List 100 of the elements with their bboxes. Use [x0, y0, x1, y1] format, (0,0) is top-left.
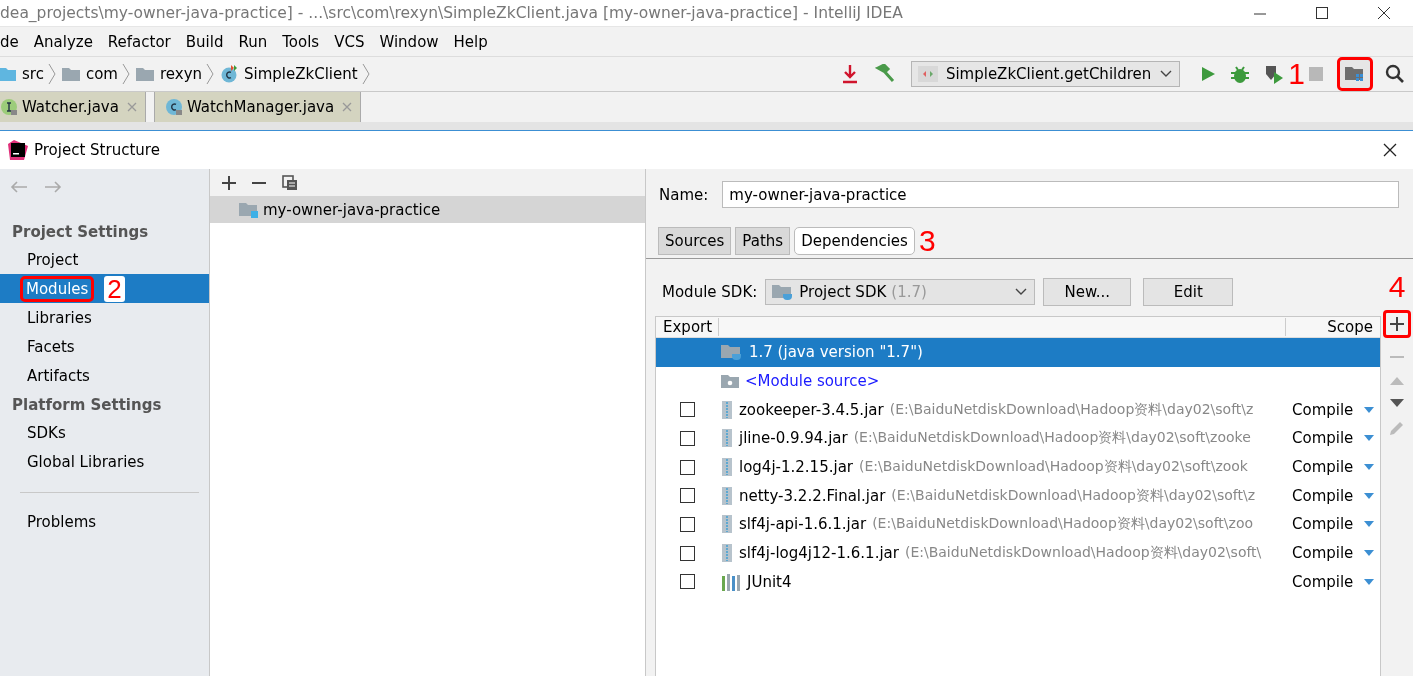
dependency-row[interactable]: 1.7 (java version "1.7") — [656, 338, 1380, 367]
jar-path: (E:\BaiduNetdiskDownload\Hadoop资料\day02\soft\z — [889, 400, 1254, 419]
chevron-down-icon — [1014, 287, 1029, 297]
jar-path: (E:\BaiduNetdiskDownload\Hadoop资料\day02\soft\zooke — [853, 429, 1251, 448]
dependency-row[interactable]: jline-0.9.94.jar (E:\BaiduNetdiskDownload\Hadoop资料\day02\soft\zooke Compile — [656, 424, 1380, 453]
sidebar-item[interactable]: Global Libraries — [0, 447, 209, 476]
menu-item[interactable]: VCS — [334, 32, 365, 51]
section-heading: Platform Settings — [11, 395, 163, 416]
dependency-row[interactable]: netty-3.2.2.Final.jar (E:\BaiduNetdiskDownload\Hadoop资料\day02\soft\z Compile — [656, 481, 1380, 511]
name-field[interactable]: my-owner-java-practice — [722, 181, 1399, 208]
search-icon[interactable] — [1385, 64, 1405, 84]
dependency-row[interactable]: JUnit4 Compile — [656, 567, 1380, 597]
dependency-row[interactable]: slf4j-api-1.6.1.jar (E:\BaiduNetdiskDownload\Hadoop资料\day02\soft\zoo Compile — [656, 510, 1380, 539]
jar-icon — [721, 544, 733, 563]
run-configuration-dropdown[interactable]: SimpleZkClient.getChildren — [910, 61, 1181, 87]
close-icon[interactable] — [1383, 143, 1397, 157]
breadcrumb[interactable]: SimpleZkClient — [244, 65, 358, 83]
dependency-row[interactable]: slf4j-log4j12-1.6.1.jar (E:\BaiduNetdiskDownload\Hadoop资料\day02\soft\ Compile — [656, 538, 1380, 568]
sdk-folder-icon — [721, 344, 743, 361]
breadcrumb[interactable]: rexyn — [159, 65, 203, 83]
hammer-icon[interactable] — [874, 64, 897, 84]
bug-icon[interactable] — [1230, 64, 1251, 84]
export-checkbox[interactable] — [679, 574, 695, 590]
sidebar-item[interactable]: SDKs — [0, 418, 209, 447]
jar-name: log4j-1.2.15.jar — [739, 458, 853, 477]
dialog-title: Project Structure — [34, 141, 161, 159]
new-button[interactable]: New... — [1043, 278, 1132, 306]
menu-item[interactable]: Refactor — [107, 32, 171, 51]
tab[interactable]: Dependencies — [794, 227, 915, 255]
breadcrumb[interactable]: com — [85, 65, 118, 83]
breadcrumb[interactable]: src — [22, 65, 44, 83]
chevron-right-icon — [121, 63, 130, 85]
window-title: dea_projects\my-owner-java-practice] - ...\src\com\rexyn\SimpleZkClient.java [my-owner-java-practice] - IntelliJ IDEA — [0, 4, 904, 22]
export-checkbox[interactable] — [679, 402, 695, 418]
library-icon — [721, 572, 741, 591]
dependency-row[interactable]: zookeeper-3.4.5.jar (E:\BaiduNetdiskDownload\Hadoop资料\day02\soft\z Compile — [656, 395, 1380, 425]
jar-icon — [721, 486, 733, 505]
module-sdk-label: Module SDK: — [662, 283, 758, 301]
menu-item[interactable]: Window — [379, 32, 439, 51]
step-number: 3 — [918, 226, 936, 256]
edit-button[interactable]: Edit — [1143, 278, 1234, 306]
export-checkbox[interactable] — [679, 459, 695, 475]
dependency-row[interactable]: <Module source> — [656, 366, 1380, 396]
add-icon[interactable] — [1383, 310, 1411, 338]
export-checkbox[interactable] — [679, 430, 695, 446]
module-folder-icon — [239, 201, 259, 218]
sidebar-item[interactable]: Modules 2 — [0, 274, 209, 303]
jar-path: (E:\BaiduNetdiskDownload\Hadoop资料\day02\soft\ — [904, 544, 1262, 563]
module-sdk-dropdown[interactable]: Project SDK (1.7) — [765, 279, 1036, 305]
module-source: <Module source> — [745, 372, 880, 391]
close-icon[interactable] — [1377, 6, 1391, 20]
tab[interactable]: Paths — [735, 227, 791, 255]
sidebar-item[interactable]: Project — [0, 245, 209, 274]
editor-tab[interactable]: Watcher.java — [0, 92, 146, 122]
step-number: 2 — [104, 275, 125, 302]
project-structure-button[interactable] — [1337, 57, 1373, 91]
chevron-right-icon — [206, 63, 215, 85]
jar-name: jline-0.9.94.jar — [739, 429, 848, 448]
copy-icon[interactable] — [282, 174, 298, 191]
interface-icon — [0, 98, 18, 116]
sidebar-item[interactable]: Problems — [0, 507, 209, 536]
jar-path: (E:\BaiduNetdiskDownload\Hadoop资料\day02\soft\z — [891, 486, 1256, 505]
folder-icon — [0, 67, 16, 81]
jar-path: (E:\BaiduNetdiskDownload\Hadoop资料\day02\soft\zoo — [872, 515, 1254, 534]
menu-item[interactable]: Help — [453, 32, 488, 51]
dependency-row[interactable]: log4j-1.2.15.jar (E:\BaiduNetdiskDownload\Hadoop资料\day02\soft\zook Compile — [656, 452, 1380, 482]
chevron-right-icon — [361, 63, 370, 85]
menu-item[interactable]: Tools — [282, 32, 320, 51]
folder-icon — [61, 67, 80, 81]
download-icon[interactable] — [840, 64, 859, 84]
column-header: Scope — [1285, 318, 1380, 336]
tab[interactable]: Sources — [658, 227, 732, 255]
name-label: Name: — [659, 185, 709, 204]
sidebar-item[interactable]: Libraries — [0, 303, 209, 332]
export-checkbox[interactable] — [679, 545, 695, 561]
move-down-icon[interactable] — [1390, 398, 1404, 408]
jar-icon — [721, 458, 733, 477]
module-item[interactable]: my-owner-java-practice — [210, 196, 645, 223]
export-checkbox[interactable] — [679, 516, 695, 532]
folder-icon — [721, 374, 739, 389]
maximize-icon[interactable] — [1315, 6, 1329, 20]
folder-icon — [135, 67, 154, 81]
jar-icon — [721, 429, 733, 448]
sidebar-item[interactable]: Facets — [0, 332, 209, 361]
caret-icon — [1364, 492, 1374, 499]
menu-item[interactable]: Build — [185, 32, 224, 51]
export-checkbox[interactable] — [679, 488, 695, 504]
chevron-right-icon — [47, 63, 56, 85]
run-icon[interactable] — [1200, 65, 1217, 83]
sidebar-item[interactable]: Artifacts — [0, 361, 209, 390]
step-number: 4 — [1388, 272, 1406, 302]
sdk-name: 1.7 (java version "1.7") — [749, 343, 923, 362]
coverage-icon[interactable] — [1264, 64, 1285, 84]
add-icon[interactable] — [222, 175, 236, 190]
folder-icon — [1345, 66, 1365, 82]
menu-item[interactable]: Analyze — [33, 32, 93, 51]
menu-item[interactable]: Run — [238, 32, 268, 51]
caret-icon — [1364, 578, 1374, 585]
menu-item[interactable]: de — [0, 32, 19, 51]
editor-tab[interactable]: WatchManager.java — [153, 92, 362, 122]
